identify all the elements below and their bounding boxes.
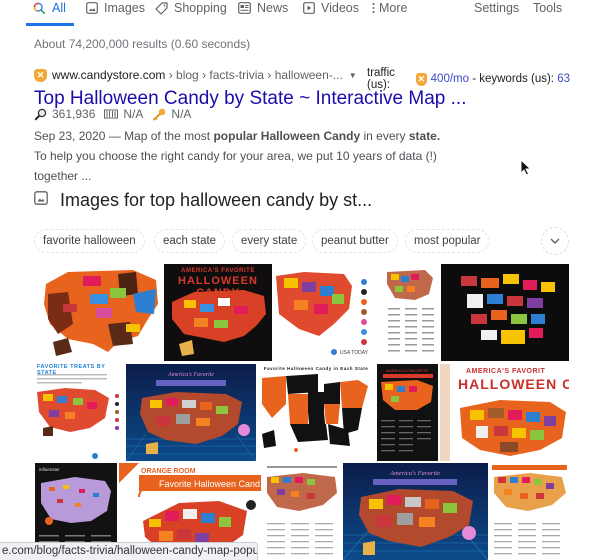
image-thumbnail[interactable] xyxy=(385,264,437,361)
image-icon xyxy=(34,191,48,210)
image-thumbnail[interactable] xyxy=(263,463,341,560)
candy-map-image xyxy=(37,374,119,459)
svg-text:America's Favorite: America's Favorite xyxy=(389,470,440,477)
image-thumbnail[interactable]: America's Favorite xyxy=(126,364,256,461)
key-value: N/A xyxy=(171,107,192,121)
tab-label: More xyxy=(379,1,408,15)
traffic-shield-icon: ✕ xyxy=(415,72,427,86)
play-icon xyxy=(302,2,315,15)
candy-map-image xyxy=(492,465,567,555)
tools-link[interactable]: Tools xyxy=(533,0,562,16)
snippet-text: in every xyxy=(360,129,409,143)
result-url[interactable]: www.candystore.com › blog › facts-trivia… xyxy=(52,68,343,82)
candy-map-image xyxy=(440,364,566,461)
candy-map-image: AMERICA'S FAVORITE xyxy=(381,368,433,452)
snippet-text: To help you choose the right candy for y… xyxy=(34,149,437,183)
image-thumbnail[interactable] xyxy=(441,264,569,361)
news-icon xyxy=(238,2,251,15)
candy-map-image xyxy=(387,270,434,352)
active-tab-indicator xyxy=(26,23,74,26)
image-thumbnail[interactable]: AMERICA'S FAVORITE HALLOWEEN CANDY xyxy=(164,264,272,361)
candy-map-image: America's Favorite xyxy=(126,364,256,461)
image-thumbnail[interactable]: FAVORITE TREATS BY STATE xyxy=(35,362,123,462)
keywords-label: - keywords (us): xyxy=(469,73,558,85)
candy-map-image xyxy=(262,374,368,452)
image-thumbnail[interactable]: AMERICA'S FAVORITE xyxy=(377,364,438,461)
breadcrumb: › facts-trivia xyxy=(198,68,265,82)
tab-label: All xyxy=(52,1,66,15)
snippet-bold: state. xyxy=(408,129,441,143)
image-icon xyxy=(85,2,98,15)
tag-icon xyxy=(155,1,168,15)
svg-text:influenster: influenster xyxy=(39,467,60,472)
chip-every-state[interactable]: every state xyxy=(232,229,307,253)
breadcrumb: › halloween-... xyxy=(264,68,343,82)
chip-each-state[interactable]: each state xyxy=(154,229,226,253)
magnifier-icon xyxy=(34,108,47,121)
candy-map-image xyxy=(461,274,555,344)
tab-more[interactable]: More xyxy=(371,0,407,16)
snippet-bold: popular Halloween Candy xyxy=(213,129,361,143)
image-thumbnail[interactable]: America's Favorite xyxy=(343,463,488,560)
result-metrics: 361,936 N/A N/A xyxy=(34,107,191,121)
snippet-date: Sep 23, 2020 xyxy=(34,129,106,143)
candy-map-image xyxy=(172,290,266,356)
related-chips: favorite halloween each state every stat… xyxy=(34,227,570,255)
keywords-value[interactable]: 63 xyxy=(557,73,570,85)
svg-text:USA TODAY: USA TODAY xyxy=(340,350,369,356)
tab-label: Shopping xyxy=(174,1,227,15)
image-thumbnail[interactable] xyxy=(490,463,569,560)
result-domain: www.candystore.com xyxy=(52,68,166,82)
candy-map-image xyxy=(44,270,158,356)
breadcrumb: › blog xyxy=(165,68,199,82)
more-vert-icon xyxy=(371,2,375,15)
svg-text:ORANGE ROOM: ORANGE ROOM xyxy=(141,468,196,475)
traffic-value[interactable]: 400/mo xyxy=(431,73,469,85)
chip-peanut-butter[interactable]: peanut butter xyxy=(312,229,398,253)
link-status-bar: e.com/blog/facts-trivia/halloween-candy-… xyxy=(0,542,258,560)
book-value: N/A xyxy=(123,107,144,121)
tab-label: Images xyxy=(104,1,145,15)
key-icon xyxy=(152,108,166,121)
tab-images[interactable]: Images xyxy=(85,0,145,16)
tab-label: News xyxy=(257,1,289,15)
images-section-title[interactable]: Images for top halloween candy by st... xyxy=(60,190,372,211)
chip-favorite-halloween[interactable]: favorite halloween xyxy=(34,229,145,253)
mouse-cursor-icon xyxy=(520,158,532,181)
result-stats: About 74,200,000 results (0.60 seconds) xyxy=(34,37,251,51)
chevron-down-icon xyxy=(550,238,560,244)
chip-most-popular[interactable]: most popular xyxy=(405,229,490,253)
search-icon xyxy=(33,2,46,15)
image-thumbnail[interactable] xyxy=(38,264,161,361)
chevron-down-icon[interactable]: ▼ xyxy=(349,71,357,80)
images-section-header[interactable]: Images for top halloween candy by st... xyxy=(34,190,372,211)
snippet-text: — Map of the most xyxy=(105,129,214,143)
candy-map-image: USA TODAY xyxy=(276,272,369,356)
image-thumbnail[interactable]: Favorite Halloween Candy in Each State xyxy=(258,364,374,461)
image-thumbnail[interactable]: USA TODAY xyxy=(274,264,382,361)
candy-map-image xyxy=(267,466,337,555)
settings-link[interactable]: Settings xyxy=(474,0,519,16)
chips-expand-button[interactable] xyxy=(541,227,569,255)
tab-label: Videos xyxy=(321,1,359,15)
search-volume-value: 361,936 xyxy=(52,107,96,121)
result-snippet: Sep 23, 2020 — Map of the most popular H… xyxy=(34,126,454,186)
tab-shopping[interactable]: Shopping xyxy=(155,0,227,16)
image-thumbnail[interactable]: AMERICA'S FAVORIT HALLOWEEN CA xyxy=(440,364,569,461)
tab-all[interactable]: All xyxy=(33,0,66,16)
search-tabs: All Images Shopping News Videos More Set… xyxy=(0,0,600,26)
book-icon xyxy=(104,109,119,119)
result-cite-row: ✕ www.candystore.com › blog › facts-triv… xyxy=(34,67,570,91)
tab-news[interactable]: News xyxy=(238,0,288,16)
tab-videos[interactable]: Videos xyxy=(302,0,359,16)
site-shield-icon: ✕ xyxy=(34,68,47,82)
svg-text:AMERICA'S FAVORITE: AMERICA'S FAVORITE xyxy=(386,368,429,373)
svg-text:Favorite Halloween Cand: Favorite Halloween Cand xyxy=(159,479,260,489)
svg-text:America's Favorite: America's Favorite xyxy=(167,372,214,378)
candy-map-image: America's Favorite xyxy=(343,463,488,560)
